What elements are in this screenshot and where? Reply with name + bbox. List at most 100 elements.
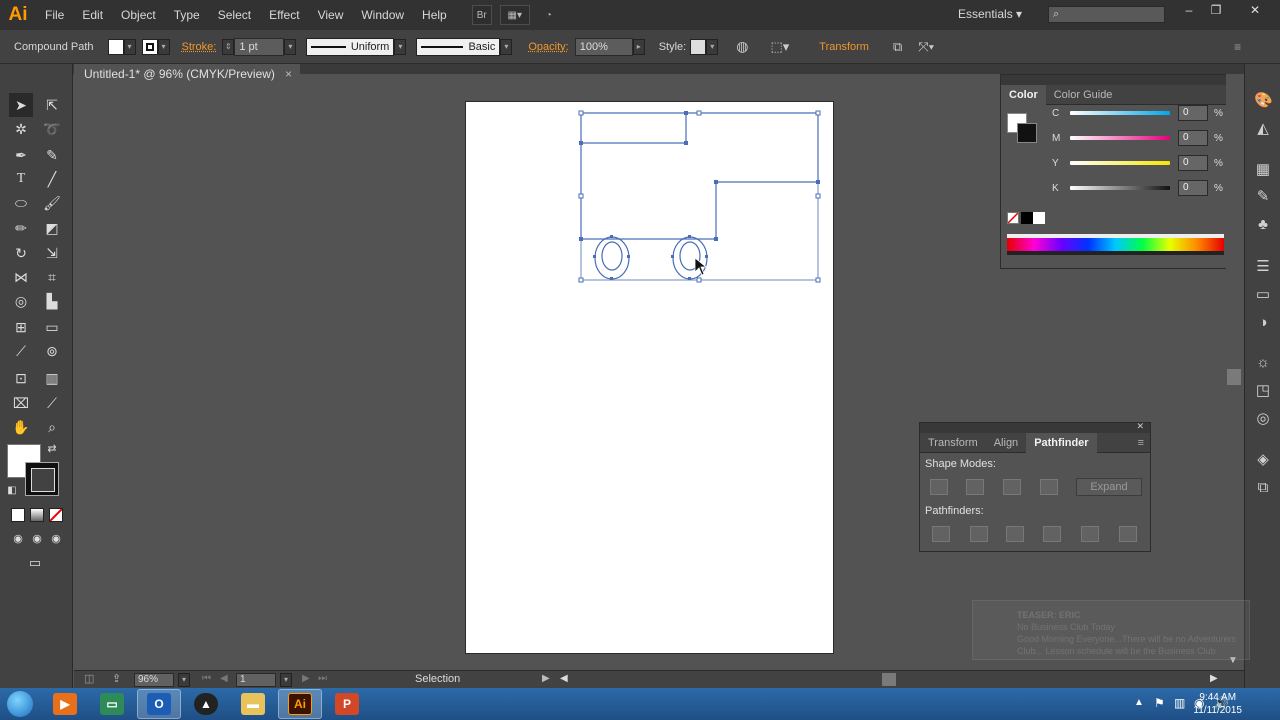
taskbar-powerpoint[interactable]: P: [325, 689, 369, 719]
paintbrush-tool-icon[interactable]: 🖌: [40, 191, 64, 215]
lasso-tool-icon[interactable]: ➰: [40, 117, 64, 141]
first-artboard-icon[interactable]: ⏮: [202, 673, 211, 684]
screen-mode-icon[interactable]: ▭: [22, 554, 48, 572]
bridge-button[interactable]: Br: [471, 5, 492, 25]
taskbar-illustrator[interactable]: Ai: [278, 689, 322, 719]
front-wheel-inner-path[interactable]: [601, 241, 623, 271]
opacity-arrow[interactable]: ▸: [632, 38, 645, 55]
taskbar-outlook[interactable]: O: [137, 689, 181, 719]
artboard-tool-icon[interactable]: ⌧: [9, 391, 33, 415]
yellow-value-field[interactable]: 0: [1178, 155, 1208, 171]
stroke-swatch[interactable]: [141, 38, 158, 55]
unite-button[interactable]: [930, 479, 948, 495]
curvature-tool-icon[interactable]: ✎: [40, 143, 64, 167]
menu-file[interactable]: File: [36, 0, 73, 30]
crop-button[interactable]: [1043, 526, 1061, 542]
minus-front-button[interactable]: [966, 479, 984, 495]
appearance-icon[interactable]: ☼: [1254, 354, 1272, 372]
close-document-icon[interactable]: ×: [285, 64, 292, 85]
restore-button[interactable]: ❐: [1205, 3, 1227, 17]
magenta-slider[interactable]: [1070, 136, 1170, 140]
swap-fill-stroke-icon[interactable]: ⇄: [44, 440, 60, 456]
black-swatch[interactable]: [1021, 212, 1033, 224]
fill-dropdown[interactable]: ▾: [123, 38, 136, 55]
perspective-grid-tool-icon[interactable]: ▙: [40, 289, 64, 313]
front-wheel-outer-path[interactable]: [594, 236, 630, 280]
scale-tool-icon[interactable]: ⇲: [40, 241, 64, 265]
stroke-icon[interactable]: ☰: [1254, 258, 1272, 276]
draw-behind-icon[interactable]: ◉: [28, 530, 46, 546]
last-artboard-icon[interactable]: ⏭: [318, 673, 327, 684]
ellipse-tool-icon[interactable]: ⬭: [9, 191, 33, 215]
previous-artboard-icon[interactable]: ◀: [220, 673, 228, 684]
gradient-icon[interactable]: ▭: [1254, 286, 1272, 304]
tab-align[interactable]: Align: [986, 433, 1026, 453]
minimize-button[interactable]: –: [1178, 3, 1200, 17]
stroke-color-swatch[interactable]: [25, 462, 59, 496]
zoom-level-field[interactable]: 96%: [134, 673, 174, 687]
zoom-tool-icon[interactable]: ⌕: [40, 415, 64, 439]
menu-view[interactable]: View: [309, 0, 353, 30]
shape-builder-tool-icon[interactable]: ◎: [9, 289, 33, 313]
recolor-artwork-icon[interactable]: ◍: [736, 38, 748, 55]
column-graph-tool-icon[interactable]: ▥: [40, 366, 64, 390]
fill-swatch[interactable]: [107, 38, 124, 55]
opacity-field[interactable]: 100%: [574, 37, 633, 56]
vertical-scroll-thumb[interactable]: [1227, 369, 1241, 385]
brush-definition[interactable]: Basic: [416, 37, 501, 56]
menu-window[interactable]: Window: [352, 0, 413, 30]
mesh-tool-icon[interactable]: ⊞: [9, 315, 33, 339]
expand-button[interactable]: Expand: [1076, 478, 1142, 496]
line-segment-tool-icon[interactable]: ╱: [40, 167, 64, 191]
artwork-canvas[interactable]: [466, 102, 835, 655]
menu-type[interactable]: Type: [165, 0, 209, 30]
notification-toast[interactable]: TEASER: ERIC No Business Club Today Good…: [972, 600, 1250, 660]
align-options-icon[interactable]: ⬚▾: [770, 39, 789, 55]
graphic-styles-icon[interactable]: ◳: [1254, 382, 1272, 400]
width-tool-icon[interactable]: ⋈: [9, 265, 33, 289]
symbols-icon[interactable]: ♣: [1254, 216, 1272, 234]
share-icon[interactable]: ⇪: [112, 672, 121, 685]
white-swatch[interactable]: [1033, 212, 1045, 224]
search-help-input[interactable]: ⌕: [1048, 6, 1165, 23]
style-dropdown[interactable]: ▾: [706, 38, 719, 55]
pathfinder-menu-icon[interactable]: ≡: [1138, 437, 1144, 449]
draw-inside-icon[interactable]: ◉: [47, 530, 65, 546]
draw-normal-icon[interactable]: ◉: [9, 530, 27, 546]
close-window-button[interactable]: ✕: [1244, 3, 1266, 17]
creative-cloud-icon[interactable]: ◎: [1254, 410, 1272, 428]
gradient-tool-icon[interactable]: ▭: [40, 315, 64, 339]
menu-select[interactable]: Select: [209, 0, 260, 30]
stroke-weight-dropdown[interactable]: ▾: [284, 38, 297, 55]
status-menu-arrow-icon[interactable]: ▶: [542, 673, 550, 684]
menu-effect[interactable]: Effect: [260, 0, 308, 30]
stroke-weight-field[interactable]: 1 pt: [234, 37, 285, 56]
arrange-documents-button[interactable]: ▦▾: [499, 5, 530, 25]
cyan-slider[interactable]: [1070, 111, 1170, 115]
gpu-performance-icon[interactable]: ◔: [538, 5, 560, 25]
artboard-dropdown[interactable]: ▾: [280, 673, 292, 687]
taskbar-notes[interactable]: ▭: [90, 689, 134, 719]
system-clock[interactable]: 9:44 AM 11/11/2015: [1193, 691, 1242, 717]
artboards-icon[interactable]: ⧉: [1254, 479, 1272, 497]
pen-tool-icon[interactable]: ✒: [9, 143, 33, 167]
tab-color-guide[interactable]: Color Guide: [1046, 85, 1121, 105]
scroll-left-icon[interactable]: ◀: [560, 673, 568, 684]
gradient-mode-icon[interactable]: [30, 508, 44, 522]
color-mode-icon[interactable]: [11, 508, 25, 522]
brushes-icon[interactable]: ✎: [1254, 188, 1272, 206]
outline-button[interactable]: [1081, 526, 1099, 542]
black-slider[interactable]: [1070, 186, 1170, 190]
magic-wand-tool-icon[interactable]: ✲: [9, 117, 33, 141]
color-spectrum-bar[interactable]: [1007, 234, 1224, 255]
swatches-icon[interactable]: ▦: [1254, 161, 1272, 179]
transform-options-icon[interactable]: ⤧▾: [918, 39, 934, 55]
eraser-tool-icon[interactable]: ◩: [40, 216, 64, 240]
blend-tool-icon[interactable]: ⊚: [40, 339, 64, 363]
yellow-slider[interactable]: [1070, 161, 1170, 165]
color-guide-icon[interactable]: ◭: [1254, 120, 1272, 138]
trim-button[interactable]: [970, 526, 988, 542]
stroke-color-dropdown[interactable]: ▾: [157, 38, 170, 55]
scroll-right-icon[interactable]: ▶: [1210, 673, 1218, 684]
minus-back-button[interactable]: [1119, 526, 1137, 542]
